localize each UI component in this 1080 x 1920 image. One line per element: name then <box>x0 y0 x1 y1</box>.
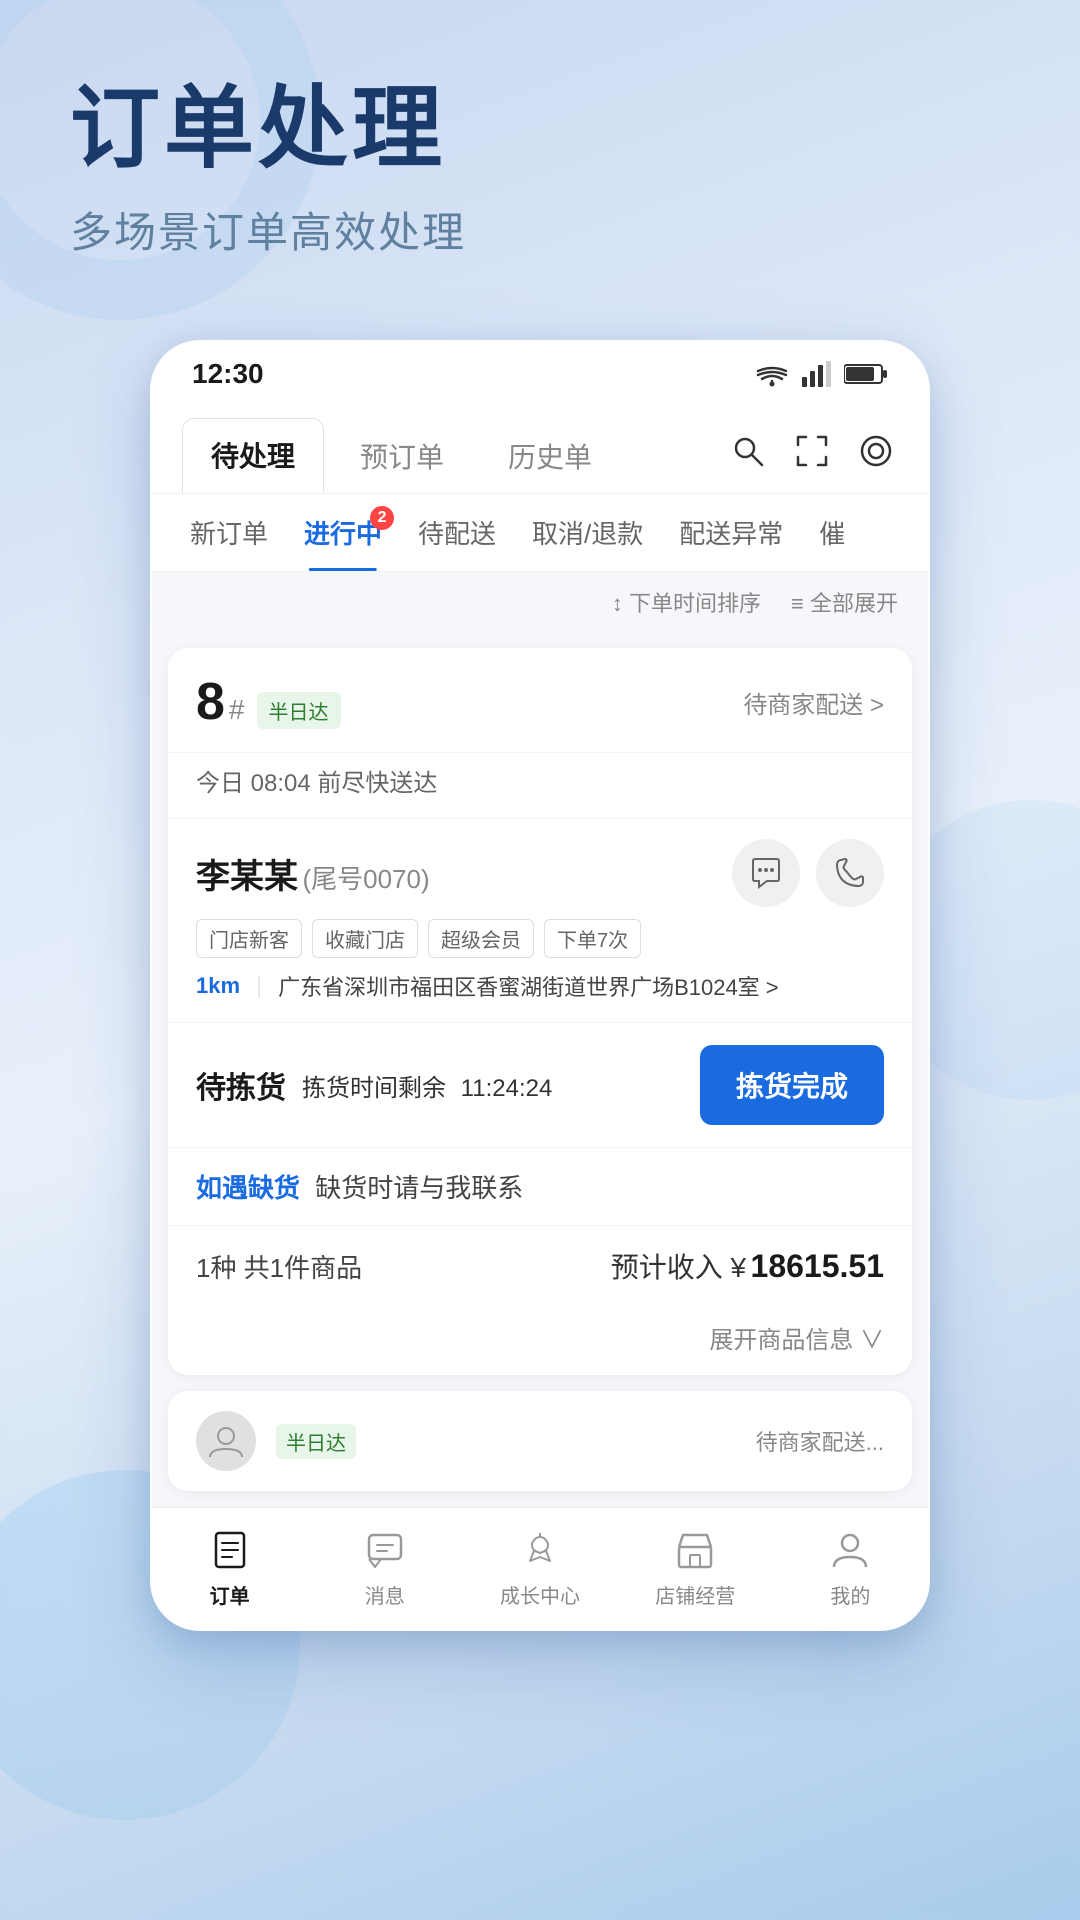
subnav-urge[interactable]: 催 <box>801 494 863 571</box>
order-time: 今日 08:04 前尽快送达 <box>168 753 912 818</box>
scan-icon <box>794 433 830 469</box>
tag-super-member: 超级会员 <box>428 919 534 958</box>
phone-icon <box>833 856 867 890</box>
profile-nav-label: 我的 <box>830 1580 870 1609</box>
picking-label: 待拣货 <box>196 1063 286 1107</box>
call-button[interactable] <box>816 839 884 907</box>
profile-nav-icon <box>825 1524 875 1574</box>
search-button[interactable] <box>726 429 770 473</box>
subnav-in-progress[interactable]: 进行中 2 <box>286 494 400 571</box>
order-num-hash: # <box>229 694 245 726</box>
order-number: 8 # 半日达 <box>196 672 341 732</box>
address-text: 广东省深圳市福田区香蜜湖街道世界广场B1024室 > <box>278 970 779 1002</box>
message-nav-icon <box>360 1524 410 1574</box>
message-nav-label: 消息 <box>365 1580 405 1609</box>
sort-bar: ↕ 下单时间排序 ≡ 全部展开 <box>152 572 928 632</box>
preview-status: 待商家配送... <box>756 1425 884 1457</box>
chat-icon <box>749 857 783 889</box>
product-count: 1种 共1件商品 <box>196 1248 362 1285</box>
tag-order-count: 下单7次 <box>544 919 641 958</box>
customer-row: 李某某 (尾号0070) <box>196 839 884 907</box>
nav-tabs: 待处理 预订单 历史单 <box>182 418 726 493</box>
oos-notice: 如遇缺货 缺货时请与我联系 <box>168 1147 912 1225</box>
second-order-preview[interactable]: 半日达 待商家配送... <box>168 1391 912 1491</box>
page-title: 订单处理 <box>70 80 1010 179</box>
subnav-pending-delivery[interactable]: 待配送 <box>400 494 514 571</box>
order-nav-icon <box>205 1524 255 1574</box>
page-subtitle: 多场景订单高效处理 <box>70 199 1010 260</box>
card-header: 8 # 半日达 待商家配送 > <box>168 648 912 753</box>
scan-button[interactable] <box>790 429 834 473</box>
distance: 1km <box>196 973 240 999</box>
subnav-new-order[interactable]: 新订单 <box>172 494 286 571</box>
oos-desc: 缺货时请与我联系 <box>315 1173 523 1203</box>
preview-avatar <box>196 1411 256 1471</box>
store-nav-icon <box>670 1524 720 1574</box>
signal-icon <box>802 361 832 387</box>
tag-favorite-store: 收藏门店 <box>312 919 418 958</box>
bottom-nav-growth[interactable]: 成长中心 <box>462 1524 617 1609</box>
page-header: 订单处理 多场景订单高效处理 <box>0 0 1080 300</box>
tag-new-customer: 门店新客 <box>196 919 302 958</box>
customer-name: 李某某 <box>196 858 298 896</box>
avatar-icon <box>206 1421 246 1461</box>
gear-icon <box>858 433 894 469</box>
expand-all-button[interactable]: ≡ 全部展开 <box>791 586 898 618</box>
store-nav-label: 店铺经营 <box>655 1580 735 1609</box>
chat-button[interactable] <box>732 839 800 907</box>
income-prefix: 预计收入 ¥ <box>611 1252 746 1283</box>
subnav-delivery-abnormal[interactable]: 配送异常 <box>661 494 801 571</box>
status-time: 12:30 <box>192 358 264 390</box>
bottom-nav-profile[interactable]: 我的 <box>773 1524 928 1609</box>
tab-history[interactable]: 历史单 <box>480 418 620 493</box>
search-icon <box>730 433 766 469</box>
timer-value: 11:24:24 <box>461 1075 553 1102</box>
bottom-nav-order[interactable]: 订单 <box>152 1524 307 1609</box>
battery-icon <box>844 362 888 386</box>
top-nav: 待处理 预订单 历史单 <box>152 400 928 494</box>
in-progress-badge: 2 <box>370 506 394 530</box>
order-nav-label: 订单 <box>210 1580 250 1609</box>
tab-prebook[interactable]: 预订单 <box>332 418 472 493</box>
phone-mockup: 12:30 待处理 预订单 历史单 <box>150 340 930 1631</box>
customer-actions <box>732 839 884 907</box>
growth-nav-icon <box>515 1524 565 1574</box>
picking-complete-button[interactable]: 拣货完成 <box>700 1045 884 1125</box>
customer-tags: 门店新客 收藏门店 超级会员 下单7次 <box>196 919 884 958</box>
order-num-big: 8 <box>196 672 225 732</box>
customer-name-row: 李某某 (尾号0070) <box>196 849 430 898</box>
oos-link[interactable]: 如遇缺货 <box>196 1173 300 1203</box>
nav-actions <box>726 429 898 483</box>
status-bar: 12:30 <box>152 342 928 400</box>
product-count-row: 1种 共1件商品 预计收入 ¥ 18615.51 <box>168 1225 912 1306</box>
tab-pending[interactable]: 待处理 <box>182 418 324 493</box>
picking-timer: 拣货时间剩余 11:24:24 <box>302 1068 552 1103</box>
income-amount: 18615.51 <box>751 1248 884 1284</box>
status-icons <box>754 361 888 387</box>
address-row[interactable]: 1km ｜ 广东省深圳市福田区香蜜湖街道世界广场B1024室 > <box>196 970 884 1002</box>
customer-id: (尾号0070) <box>302 864 429 894</box>
income-section: 预计收入 ¥ 18615.51 <box>611 1246 884 1286</box>
picking-section: 待拣货 拣货时间剩余 11:24:24 拣货完成 <box>168 1022 912 1147</box>
subnav-cancel-refund[interactable]: 取消/退款 <box>514 494 661 571</box>
order-type-tag: 半日达 <box>257 692 341 729</box>
picking-left: 待拣货 拣货时间剩余 11:24:24 <box>196 1063 552 1107</box>
customer-section: 李某某 (尾号0070) <box>168 818 912 1022</box>
growth-nav-label: 成长中心 <box>500 1580 580 1609</box>
order-card: 8 # 半日达 待商家配送 > 今日 08:04 前尽快送达 李某某 (尾号00… <box>168 648 912 1375</box>
order-status[interactable]: 待商家配送 > <box>743 685 884 720</box>
sub-nav: 新订单 进行中 2 待配送 取消/退款 配送异常 催 <box>152 494 928 572</box>
wifi-icon <box>754 361 790 387</box>
bottom-nav-message[interactable]: 消息 <box>307 1524 462 1609</box>
expand-products-button[interactable]: 展开商品信息 ∨ <box>168 1306 912 1375</box>
bottom-nav: 订单 消息 成长中心 <box>152 1507 928 1629</box>
time-sort-button[interactable]: ↕ 下单时间排序 <box>612 586 761 618</box>
settings-button[interactable] <box>854 429 898 473</box>
preview-tag: 半日达 <box>276 1424 356 1459</box>
bottom-nav-store[interactable]: 店铺经营 <box>618 1524 773 1609</box>
